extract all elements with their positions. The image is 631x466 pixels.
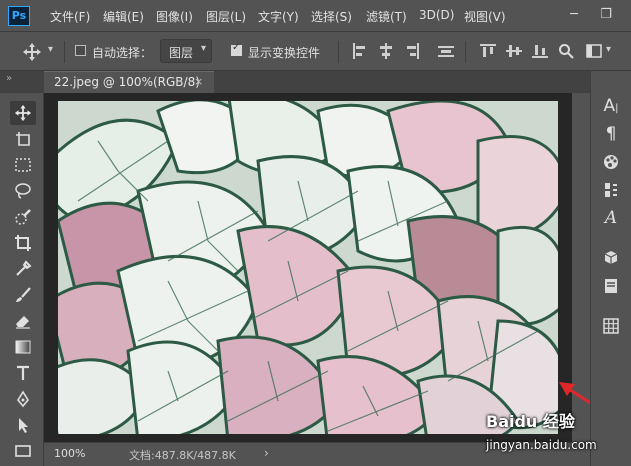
character-panel-icon[interactable]: A| (599, 95, 623, 117)
menu-file[interactable]: 文件(F) (50, 8, 90, 25)
brush-icon (16, 287, 31, 302)
path-selection-tool[interactable] (10, 413, 36, 437)
document-tab[interactable]: 22.jpeg @ 100%(RGB/8) × (44, 71, 214, 93)
gradient-tool[interactable] (10, 335, 36, 359)
menu-bar: Ps 文件(F) 编辑(E) 图像(I) 图层(L) 文字(Y) 选择(S) 滤… (0, 0, 631, 32)
watermark-url: jingyan.baidu.com (486, 438, 597, 452)
chevron-down-icon[interactable]: ▾ (48, 44, 53, 55)
crop-icon (15, 235, 31, 251)
paragraph-panel-icon[interactable]: ¶ (599, 123, 623, 145)
align-right-edges-icon[interactable] (404, 43, 420, 59)
glyphs-panel-icon[interactable]: A (599, 207, 623, 229)
menu-image[interactable]: 图像(I) (156, 8, 193, 25)
rectangle-tool[interactable] (10, 439, 36, 463)
move-tool-preset-icon[interactable] (22, 42, 42, 65)
menu-select[interactable]: 选择(S) (311, 8, 352, 25)
minimize-button[interactable]: ─ (562, 4, 586, 26)
channels-panel-icon[interactable] (599, 179, 623, 201)
separator (64, 41, 65, 63)
align-bottom-edges-icon[interactable] (532, 43, 548, 59)
rectangular-marquee-icon (15, 158, 31, 172)
artboard-icon (16, 132, 30, 146)
menu-filter[interactable]: 滤镜(T) (366, 8, 407, 25)
menu-layer[interactable]: 图层(L) (206, 8, 246, 25)
auto-select-label: 自动选择： (92, 46, 153, 60)
dropdown-value: 图层 (169, 46, 194, 60)
separator (465, 41, 466, 63)
workspace-icon[interactable] (586, 43, 602, 62)
document-size: 文档:487.8K/487.8K (129, 449, 236, 462)
move-icon (14, 104, 32, 122)
align-horizontal-centers-icon[interactable] (378, 43, 394, 59)
tools-panel (0, 93, 44, 466)
brush-tool[interactable] (10, 283, 36, 307)
chevron-down-icon[interactable]: ▾ (606, 44, 611, 55)
show-transform-checkbox[interactable] (231, 42, 242, 56)
right-panel-dock: A| ¶ A (590, 71, 631, 466)
swatches-panel-icon[interactable] (599, 151, 623, 173)
align-top-edges-icon[interactable] (480, 43, 496, 59)
photoshop-logo: Ps (8, 6, 30, 26)
canvas-area[interactable] (44, 93, 572, 442)
rectangle-icon (15, 445, 31, 457)
show-transform-label: 显示变换控件 (248, 46, 321, 60)
menu-edit[interactable]: 编辑(E) (103, 8, 144, 25)
collapse-panel-icon[interactable]: » (6, 73, 12, 84)
menu-3d[interactable]: 3D(D) (419, 8, 454, 22)
lasso-tool[interactable] (10, 179, 36, 203)
menu-view[interactable]: 视图(V) (464, 8, 506, 25)
3d-panel-icon[interactable] (599, 247, 623, 269)
zoom-level[interactable]: 100% (54, 447, 85, 460)
properties-panel-icon[interactable] (599, 275, 623, 297)
leaf-photo-image[interactable] (58, 101, 558, 434)
separator (338, 41, 339, 63)
eraser-icon (16, 316, 30, 329)
align-left-edges-icon[interactable] (352, 43, 368, 59)
restore-button[interactable]: ❐ (594, 4, 618, 26)
crop-tool[interactable] (10, 231, 36, 255)
gradient-icon (15, 340, 31, 354)
type-icon (17, 365, 29, 380)
menu-type[interactable]: 文字(Y) (258, 8, 299, 25)
status-menu-arrow-icon[interactable]: › (264, 446, 269, 460)
path-selection-icon (19, 418, 28, 433)
lasso-icon (15, 183, 31, 199)
grid-panel-icon[interactable] (599, 315, 623, 337)
close-icon[interactable]: × (194, 75, 203, 88)
marquee-tool[interactable] (10, 153, 36, 177)
search-icon[interactable] (558, 43, 574, 62)
auto-select-target-dropdown[interactable]: 图层 ▾ (160, 39, 212, 63)
chevron-down-icon: ▾ (200, 43, 206, 54)
artboard-tool[interactable] (10, 127, 36, 151)
eyedropper-icon (16, 260, 32, 276)
eyedropper-tool[interactable] (10, 257, 36, 281)
pen-tool[interactable] (10, 387, 36, 411)
move-tool[interactable] (10, 101, 36, 125)
quick-selection-tool[interactable] (10, 205, 36, 229)
type-tool[interactable] (10, 361, 36, 385)
align-vertical-centers-icon[interactable] (506, 43, 522, 59)
quick-selection-icon (15, 209, 31, 225)
options-bar: ▾ 自动选择： 图层 ▾ 显示变换控件 ▾ (0, 33, 631, 71)
document-tab-title: 22.jpeg @ 100%(RGB/8) (54, 75, 200, 89)
distribute-vertical-icon[interactable] (438, 43, 454, 59)
document-tab-row: » 22.jpeg @ 100%(RGB/8) × « (0, 71, 631, 93)
eraser-tool[interactable] (10, 309, 36, 333)
pen-icon (17, 390, 29, 408)
auto-select-checkbox[interactable] (75, 45, 86, 56)
baidu-jingyan-logo: Baidu 经验 (486, 412, 575, 431)
